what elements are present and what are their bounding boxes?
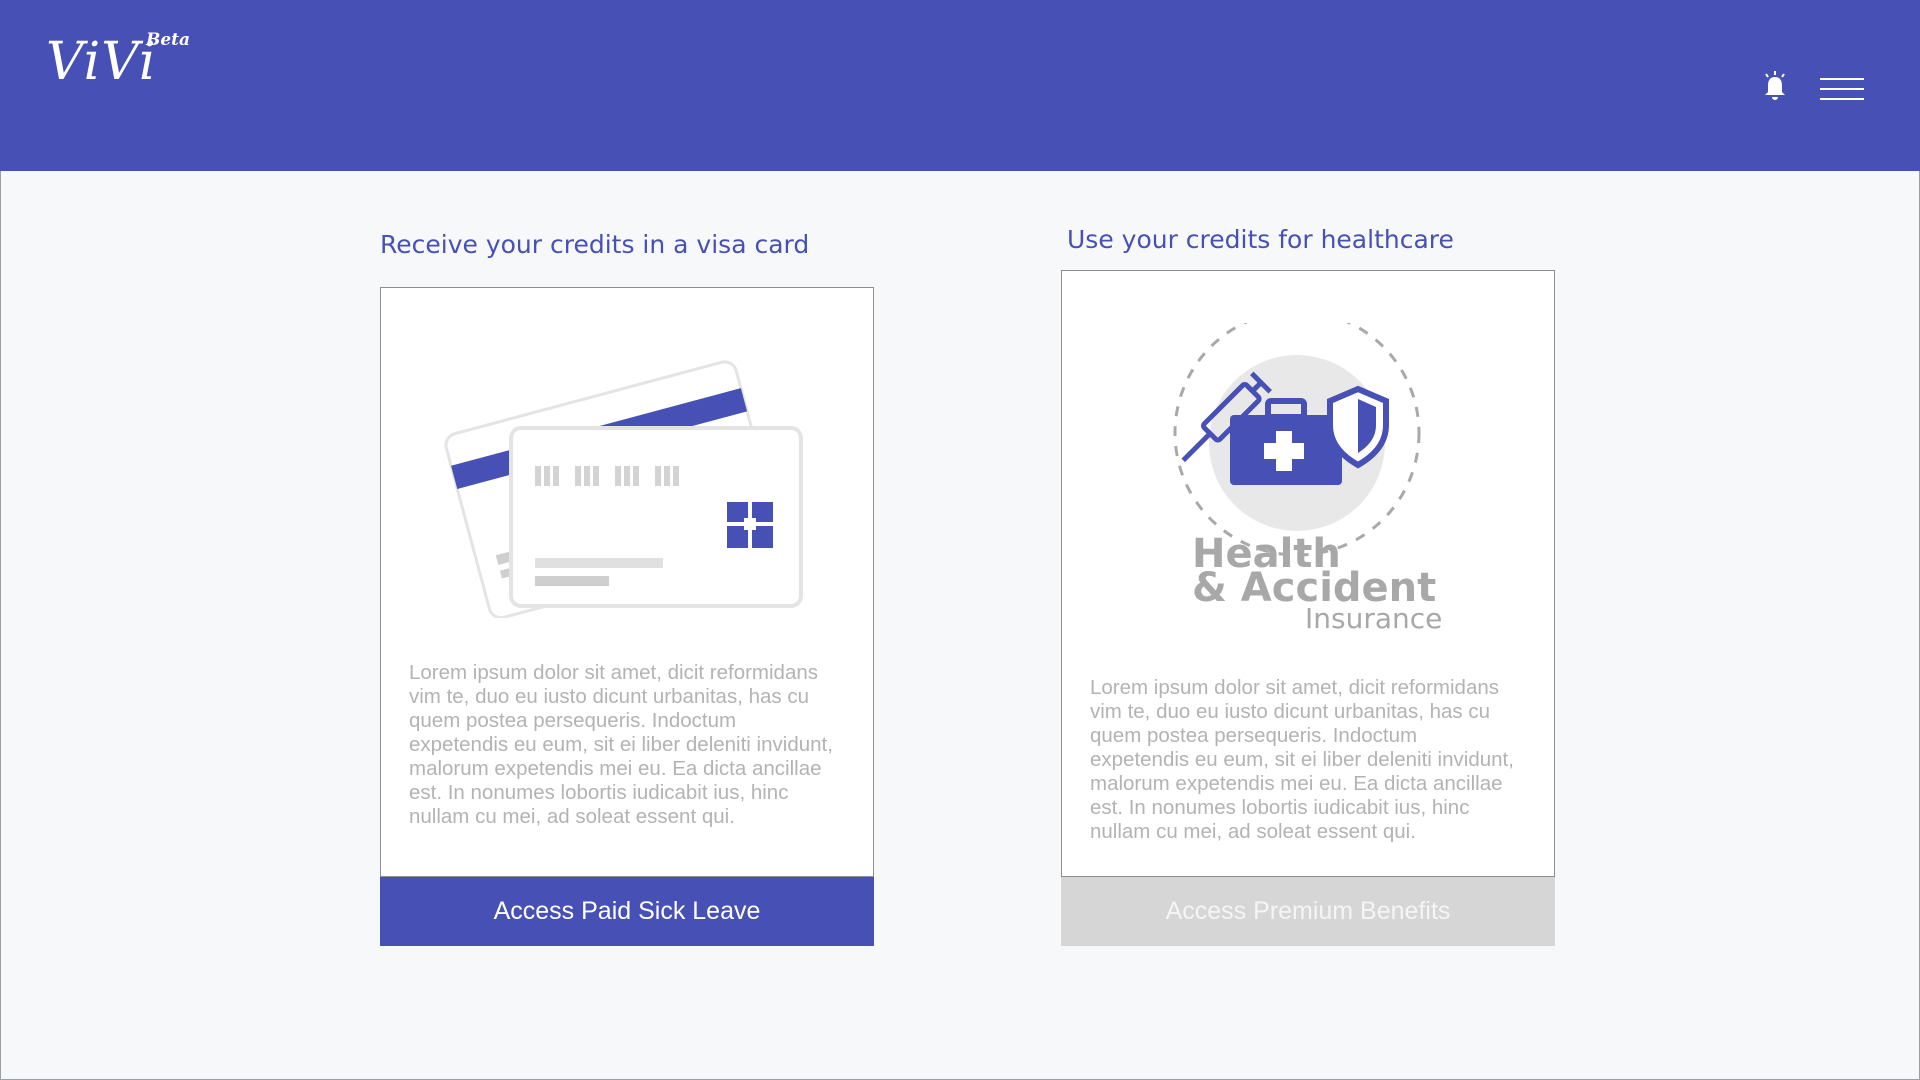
access-premium-benefits-button[interactable]: Access Premium Benefits [1061, 877, 1555, 946]
healthcare-panel: Health & Accident Insurance Lorem ipsum … [1061, 270, 1555, 877]
hamburger-menu-icon[interactable] [1820, 76, 1864, 102]
insurance-logo-line2: & Accident [1192, 565, 1437, 611]
visa-card-panel: Lorem ipsum dolor sit amet, dicit reform… [380, 287, 874, 877]
insurance-logo-line3: Insurance [1305, 602, 1443, 635]
credit-cards-illustration [431, 328, 811, 623]
header-bar: ViVi Beta [0, 0, 1920, 171]
healthcare-section-title: Use your credits for healthcare [1067, 225, 1454, 254]
visa-card-section-title: Receive your credits in a visa card [380, 230, 810, 259]
healthcare-description: Lorem ipsum dolor sit amet, dicit reform… [1090, 676, 1514, 843]
app-logo[interactable]: ViVi [46, 32, 157, 92]
content-frame [0, 171, 1920, 1080]
beta-badge: Beta [146, 30, 191, 50]
visa-card-description: Lorem ipsum dolor sit amet, dicit reform… [409, 661, 833, 828]
access-paid-sick-leave-button[interactable]: Access Paid Sick Leave [380, 877, 874, 946]
bell-icon[interactable] [1761, 71, 1789, 101]
